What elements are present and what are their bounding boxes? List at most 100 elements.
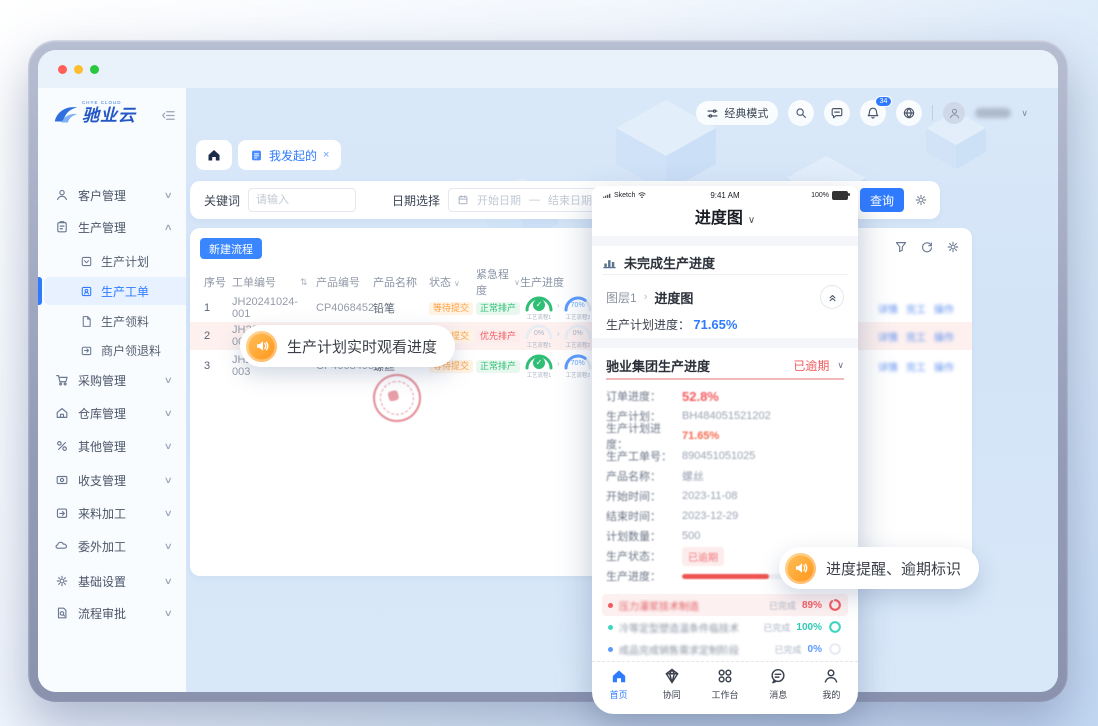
phone-tab-bar: 首页 协同 工作台 消息 我的 [592,661,858,706]
chevron-down-icon: ∨ [837,360,844,371]
message-icon [769,667,787,685]
sidebar-item-settings[interactable]: 基础设置∨ [38,567,186,595]
plan-progress-line: 生产计划进度： 71.65% [606,316,737,333]
tab-collaboration[interactable]: 协同 [645,662,698,706]
maximize-dot[interactable] [90,65,99,74]
process-item[interactable]: 冷等定型塑造温条件临技术要领 已完成 100% [602,616,848,638]
bullet-dot [608,647,613,652]
tab-home[interactable]: 首页 [592,662,645,706]
bell-icon [866,106,880,120]
filter-funnel-icon[interactable] [894,240,908,254]
calendar-icon [457,194,469,206]
page: CHYE CLOUD 驰业云 客户管理∨ 生产管理∧ 生产计划 生产工单 生产领… [0,0,1098,726]
progress-gauges: ✓ 工艺流程1 › 70% 工艺流程2 › [524,296,598,321]
progress-gauges: ✓ 工艺流程1 › 70% 工艺流程2 › [524,354,598,379]
battery-percent: 100% [811,192,829,199]
gauge-percent: 70% 工艺流程2 [563,354,593,379]
urgency-badge: 正常排产 [476,302,520,315]
message-button[interactable] [824,100,850,126]
breadcrumb: 图层1 › 进度图 [606,284,844,310]
gauge-separator-icon: › [557,301,560,310]
close-tab-icon[interactable]: × [323,149,329,161]
language-button[interactable] [896,100,922,126]
bar-chart-icon [602,255,617,270]
collapse-button[interactable] [820,285,844,309]
keyword-label: 关键词 [204,192,240,209]
sidebar-item-customers[interactable]: 客户管理∨ [38,181,186,209]
sidebar-collapse-icon[interactable] [161,108,176,123]
sort-icon[interactable]: ⇅ [300,277,316,288]
phone-status-bar: Sketch 9:41 AM 100% [592,188,858,202]
section-unfinished-progress: 未完成生产进度 [602,250,848,275]
filter-settings-icon[interactable] [914,193,928,207]
process-list: 压力灌浆技术制造 已完成 89% 冷等定型塑造温条件临技术要领 已完成 100% [602,594,848,660]
breadcrumb-parent[interactable]: 图层1 [606,289,637,306]
process-item[interactable]: 压力灌浆技术制造 已完成 89% [602,594,848,616]
gem-icon [663,667,681,685]
row-actions[interactable]: 详情完工操作 [878,329,972,344]
progress-ring-icon [828,642,842,656]
row-actions[interactable]: 详情完工操作 [878,301,972,316]
sidebar-item-purchase[interactable]: 采购管理∨ [38,366,186,394]
gauge-complete: ✓ 工艺流程1 [524,354,554,379]
search-submit-button[interactable]: 查询 [860,188,904,212]
tab-workbench[interactable]: 工作台 [698,662,751,706]
close-dot[interactable] [58,65,67,74]
process-item[interactable]: 成品完成销售需求定制阶段 已完成 0% [602,638,848,660]
brand-name: 驰业云 [82,106,136,125]
chat-icon [830,106,844,120]
classic-mode-button[interactable]: 经典模式 [696,101,778,125]
search-button[interactable] [788,100,814,126]
refresh-icon[interactable] [920,240,934,254]
brand-logo: CHYE CLOUD 驰业云 [52,100,136,126]
phone-page-title[interactable]: 进度图∨ [592,204,858,228]
avatar[interactable] [943,102,965,124]
status-badge: 等待提交 [429,302,473,315]
active-indicator [38,277,42,305]
battery-icon [832,191,848,200]
sidebar-item-warehouse[interactable]: 仓库管理∨ [38,399,186,427]
chevron-down-icon: ∨ [164,190,173,201]
date-range-picker[interactable]: 开始日期 — 结束日期 [448,188,601,212]
sidebar-item-outsourcing[interactable]: 委外加工∨ [38,532,186,560]
document-icon [250,149,263,162]
gauge-percent: 70% 工艺流程2 [563,296,593,321]
plan-progress-value: 71.65% [693,317,737,332]
gauge-complete: ✓ 工艺流程1 [524,296,554,321]
sidebar-item-material-pick[interactable]: 生产领料 [38,307,186,335]
search-icon [794,106,808,120]
date-label: 日期选择 [392,192,440,209]
home-icon [206,147,222,163]
sidebar-item-production[interactable]: 生产管理∧ [38,213,186,241]
home-tab-button[interactable] [196,140,232,170]
new-process-button[interactable]: 新建流程 [200,238,262,259]
gauge-zero: 0% 工艺流程2 [563,324,593,349]
sidebar-item-other[interactable]: 其他管理∨ [38,432,186,460]
keyword-input[interactable] [248,188,356,212]
notifications-button[interactable]: 34 [860,100,886,126]
sidebar-item-approval[interactable]: 流程审批∨ [38,599,186,627]
start-date-placeholder: 开始日期 [477,192,521,208]
check-icon: ✓ [533,299,545,311]
filter-caret-icon[interactable]: ∨ [454,279,460,288]
tab-messages[interactable]: 消息 [752,662,805,706]
end-date-placeholder: 结束日期 [548,192,592,208]
tab-mine[interactable]: 我的 [805,662,858,706]
home-icon [610,667,628,685]
group-progress-header[interactable]: 驰业集团生产进度 已逾期 ∨ [606,352,844,380]
row-actions[interactable]: 详情完工操作 [878,359,972,374]
double-chevron-up-icon [826,291,839,304]
sidebar-item-finance[interactable]: 收支管理∨ [38,466,186,494]
tab-my-initiated[interactable]: 我发起的 × [238,140,341,170]
breadcrumb-separator-icon: › [644,291,648,303]
sidebar-item-merchant-return[interactable]: 商户领退料 [38,336,186,364]
sidebar: CHYE CLOUD 驰业云 客户管理∨ 生产管理∧ 生产计划 生产工单 生产领… [38,88,187,692]
progress-gauges: 0% 工艺流程1 › 0% 工艺流程2 › [524,324,598,349]
chevron-down-icon[interactable]: ∨ [1021,108,1028,119]
sidebar-item-incoming-processing[interactable]: 来料加工∨ [38,499,186,527]
column-settings-icon[interactable] [946,240,960,254]
minimize-dot[interactable] [74,65,83,74]
sidebar-item-production-plan[interactable]: 生产计划 [38,247,186,275]
notification-badge: 34 [875,96,893,107]
person-icon [822,667,840,685]
